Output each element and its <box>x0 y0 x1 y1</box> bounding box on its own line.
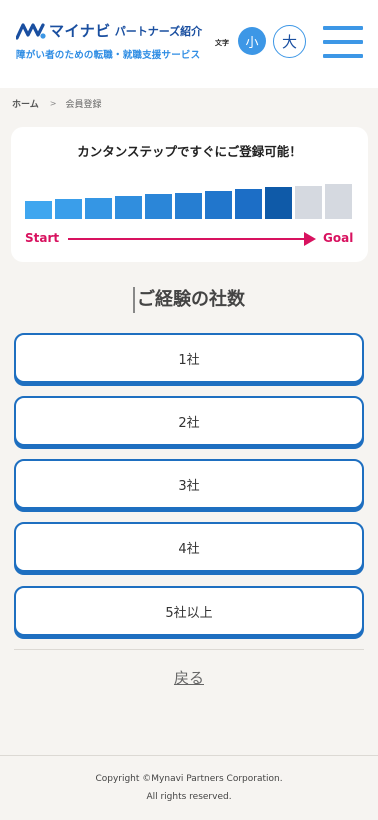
progress-step-completed <box>145 194 172 219</box>
question-title: ご経験の社数 <box>133 287 245 313</box>
progress-goal-label: Goal <box>323 231 354 245</box>
footer-divider <box>0 755 378 756</box>
site-header: マイナビ パートナーズ紹介 障がい者のための転職・就職支援サービス 文字 小 大 <box>0 0 378 88</box>
progress-step-completed <box>205 190 232 219</box>
option-button-3[interactable]: 3社 <box>14 459 364 509</box>
font-size-large-button[interactable]: 大 <box>273 25 306 58</box>
font-size-label: 文字 <box>215 39 229 47</box>
chevron-right-icon: > <box>49 99 57 108</box>
hamburger-line <box>323 54 363 58</box>
site-logo[interactable]: マイナビ パートナーズ紹介 <box>16 20 202 41</box>
option-button-4[interactable]: 4社 <box>14 522 364 572</box>
logo-text: マイナビ <box>49 22 111 40</box>
progress-card: カンタンステップですぐにご登録可能！ Start Goal <box>11 127 368 262</box>
option-button-2[interactable]: 2社 <box>14 396 364 446</box>
progress-step-pending <box>325 184 352 219</box>
progress-step-completed <box>265 187 292 219</box>
menu-button[interactable] <box>323 26 363 58</box>
arrow-right-icon <box>68 232 316 246</box>
hamburger-line <box>323 40 363 44</box>
logo-mark-icon <box>16 22 46 40</box>
back-link[interactable]: 戻る <box>0 667 378 688</box>
progress-steps <box>25 184 355 219</box>
progress-step-completed <box>175 192 202 219</box>
footer-rights: All rights reserved. <box>146 792 232 802</box>
site-footer: Copyright ©Mynavi Partners Corporation. … <box>0 770 378 806</box>
progress-step-completed <box>25 201 52 219</box>
logo-subtext: パートナーズ紹介 <box>114 24 203 38</box>
divider <box>14 649 364 650</box>
option-button-1[interactable]: 1社 <box>14 333 364 383</box>
progress-step-completed <box>85 197 112 219</box>
progress-step-completed <box>115 195 142 219</box>
progress-step-pending <box>295 185 322 219</box>
breadcrumb-home[interactable]: ホーム <box>12 97 39 110</box>
font-size-small-button[interactable]: 小 <box>238 27 266 55</box>
question-heading-wrap: ご経験の社数 <box>0 287 378 313</box>
progress-title: カンタンステップですぐにご登録可能！ <box>77 144 302 159</box>
progress-step-completed <box>55 199 82 219</box>
hamburger-menu-icon <box>323 26 363 30</box>
progress-step-completed <box>235 189 262 219</box>
tagline: 障がい者のための転職・就職支援サービス <box>16 50 201 61</box>
footer-copyright: Copyright ©Mynavi Partners Corporation. <box>95 774 283 784</box>
progress-start-label: Start <box>25 231 60 245</box>
breadcrumb-current: 会員登録 <box>65 100 102 110</box>
option-button-5[interactable]: 5社以上 <box>14 586 364 636</box>
breadcrumb: ホーム > 会員登録 <box>12 97 101 110</box>
